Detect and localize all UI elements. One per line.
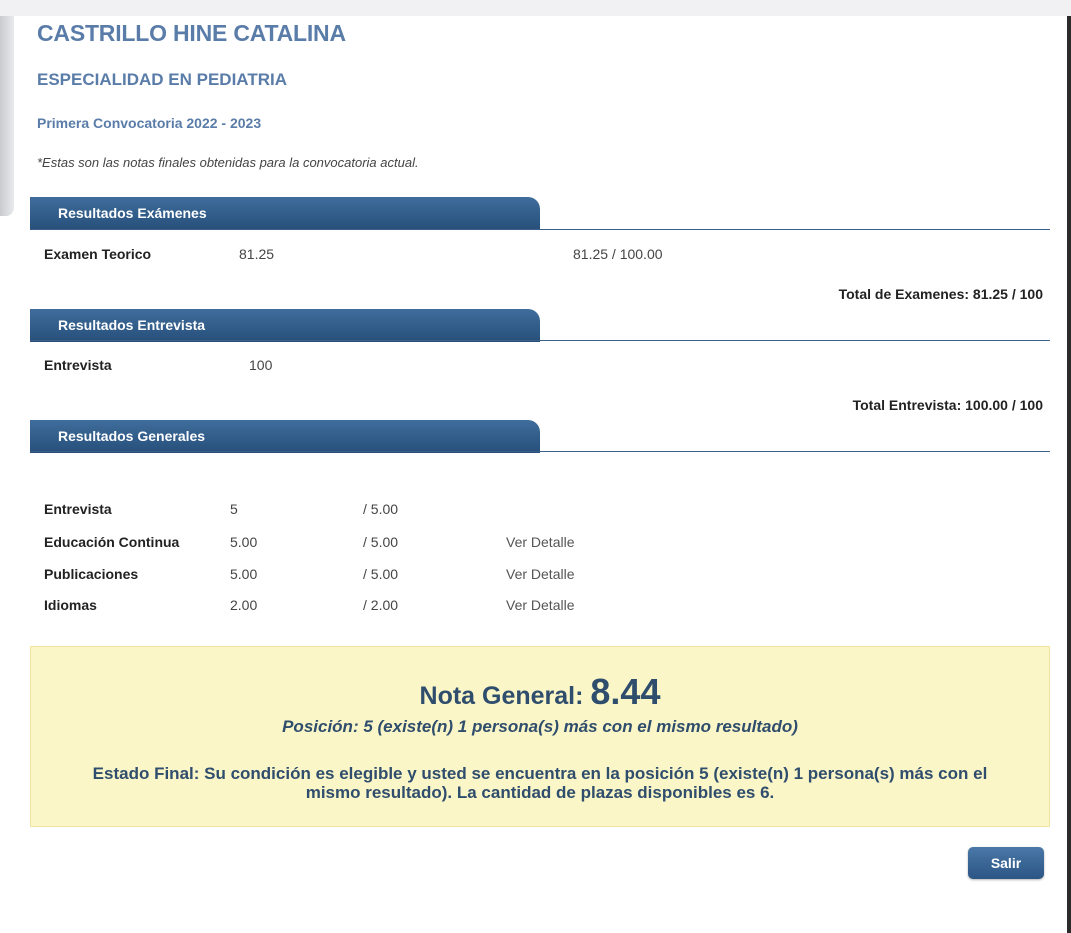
interview-value: 100 (249, 357, 273, 373)
general-row-value: 2.00 (230, 597, 258, 613)
general-row-label: Idiomas (44, 597, 97, 613)
general-row-max: / 5.00 (363, 534, 399, 550)
interview-label: Entrevista (44, 357, 112, 373)
general-row-value: 5.00 (230, 566, 258, 582)
window-edge (1067, 16, 1071, 933)
left-panel-edge (0, 16, 14, 216)
nota-general-value: 8.44 (590, 671, 661, 712)
section-divider (30, 229, 1050, 230)
final-summary-box: Nota General: 8.44 Posición: 5 (existe(n… (30, 646, 1050, 827)
exam-total: Total de Examenes: 81.25 / 100 (838, 286, 1043, 302)
section-header-generales: Resultados Generales (30, 420, 540, 453)
ver-detalle-idiomas-link[interactable]: Ver Detalle (506, 597, 574, 613)
general-row-value: 5 (230, 501, 238, 517)
section-header-examenes: Resultados Exámenes (30, 197, 540, 230)
section-divider (30, 340, 1050, 341)
candidate-name: CASTRILLO HINE CATALINA (37, 20, 346, 46)
exam-score: 81.25 / 100.00 (573, 246, 663, 262)
convocatoria-title: Primera Convocatoria 2022 - 2023 (37, 115, 262, 131)
exit-button[interactable]: Salir (968, 847, 1044, 879)
top-strip (0, 0, 1071, 16)
exam-value: 81.25 (239, 246, 275, 262)
info-note: *Estas son las notas finales obtenidas p… (37, 155, 419, 170)
nota-general: Nota General: 8.44 (31, 671, 1049, 713)
section-divider (30, 451, 1050, 452)
general-row-label: Entrevista (44, 501, 112, 517)
exam-label: Examen Teorico (44, 246, 152, 262)
position-text: Posición: 5 (existe(n) 1 persona(s) más … (282, 717, 798, 736)
general-row-max: / 5.00 (363, 566, 399, 582)
general-row-label: Publicaciones (44, 566, 139, 582)
general-row-max: / 2.00 (363, 597, 399, 613)
ver-detalle-publicaciones-link[interactable]: Ver Detalle (506, 566, 574, 582)
specialty-title: ESPECIALIDAD EN PEDIATRIA (37, 70, 287, 89)
general-row-value: 5.00 (230, 534, 258, 550)
general-row-label: Educación Continua (44, 534, 180, 550)
nota-general-label: Nota General: (419, 682, 584, 710)
interview-total: Total Entrevista: 100.00 / 100 (852, 397, 1043, 413)
general-row-max: / 5.00 (363, 501, 399, 517)
final-status-text: Estado Final: Su condición es elegible y… (92, 764, 988, 802)
section-header-entrevista: Resultados Entrevista (30, 309, 540, 342)
ver-detalle-educacion-link[interactable]: Ver Detalle (506, 534, 574, 550)
